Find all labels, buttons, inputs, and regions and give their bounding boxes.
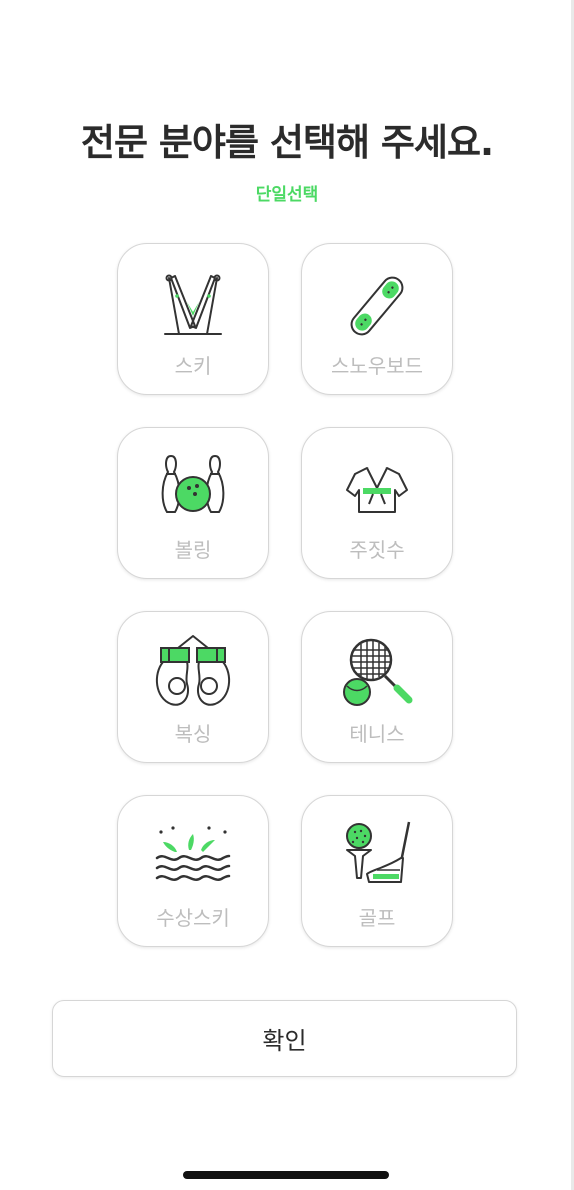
jiujitsu-gi-icon: [337, 450, 417, 530]
sport-card-snowboard[interactable]: 스노우보드: [301, 243, 453, 395]
sport-label: 수상스키: [156, 906, 230, 930]
sport-grid: 스키 스노우보드 볼링 주짓수 복싱 테니스 수상스키 골프: [117, 243, 453, 947]
sport-card-jiujitsu[interactable]: 주짓수: [301, 427, 453, 579]
home-indicator[interactable]: [183, 1171, 389, 1179]
sport-label: 스노우보드: [331, 354, 423, 378]
ski-icon: [153, 266, 233, 346]
sport-card-tennis[interactable]: 테니스: [301, 611, 453, 763]
snowboard-icon: [337, 266, 417, 346]
sport-label: 테니스: [349, 722, 405, 746]
sport-card-waterski[interactable]: 수상스키: [117, 795, 269, 947]
sport-label: 골프: [358, 906, 396, 930]
golf-icon: [337, 818, 417, 898]
sport-label: 스키: [174, 354, 212, 378]
sport-card-bowling[interactable]: 볼링: [117, 427, 269, 579]
sport-card-golf[interactable]: 골프: [301, 795, 453, 947]
sport-label: 복싱: [174, 722, 212, 746]
sport-label: 주짓수: [349, 538, 405, 562]
sport-card-boxing[interactable]: 복싱: [117, 611, 269, 763]
boxing-gloves-icon: [153, 634, 233, 714]
water-ski-icon: [153, 818, 233, 898]
confirm-button[interactable]: 확인: [52, 1000, 517, 1077]
sport-card-ski[interactable]: 스키: [117, 243, 269, 395]
selection-mode-label: 단일선택: [255, 185, 319, 205]
tennis-racket-icon: [337, 634, 417, 714]
sport-label: 볼링: [174, 538, 212, 562]
page-title: 전문 분야를 선택해 주세요.: [80, 121, 494, 164]
bowling-icon: [153, 450, 233, 530]
